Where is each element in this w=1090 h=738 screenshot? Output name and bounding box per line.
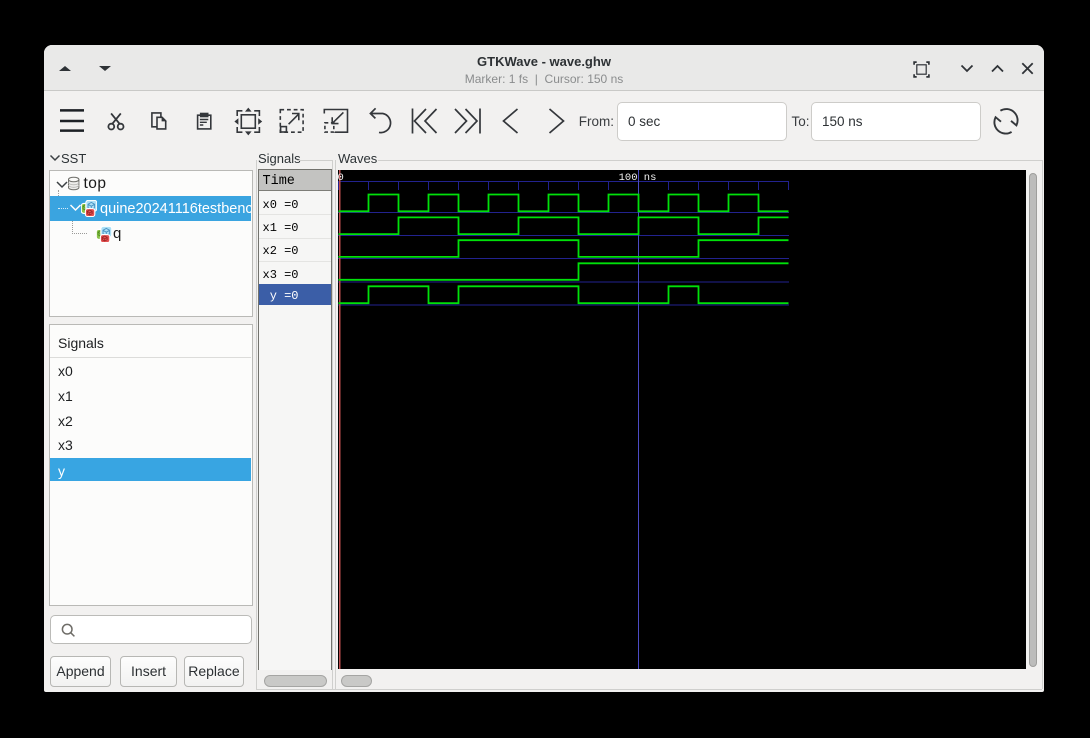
svg-text:0: 0 <box>338 172 344 184</box>
svg-text:100 ns: 100 ns <box>618 172 656 184</box>
